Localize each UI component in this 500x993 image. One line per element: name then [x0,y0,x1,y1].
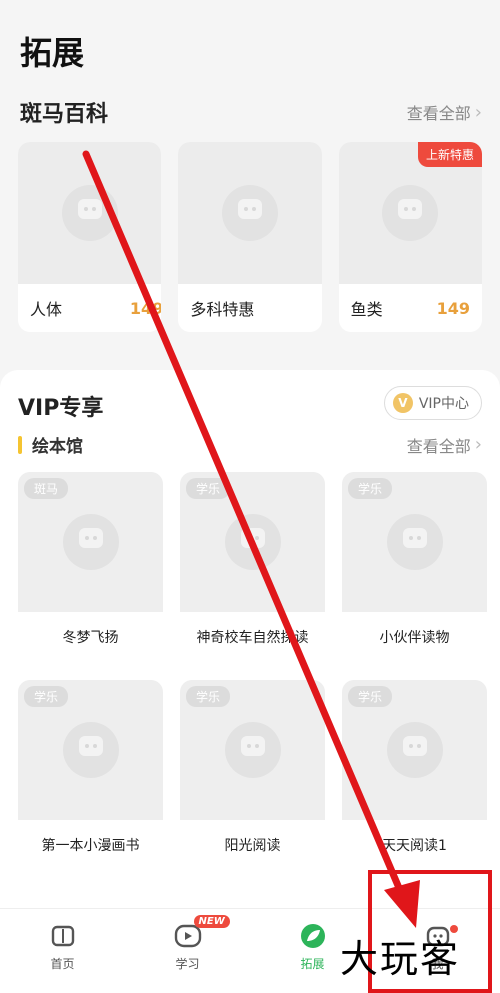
baike-title: 斑马百科 [20,102,109,127]
book-card[interactable]: 学乐 阳光阅读 [180,680,325,870]
picture-book-header: 绘本馆 查看全部 › [18,432,482,457]
expand-leaf-icon [298,921,328,951]
baike-list: 人体 149 多科特惠 上新特惠 鱼类 149 [18,142,482,332]
zebra-placeholder-icon [386,514,443,570]
book-name: 天天阅读1 [382,838,447,854]
source-tag: 学乐 [186,478,231,499]
new-deal-badge: 上新特惠 [417,142,482,167]
card-name: 多科特惠 [190,300,255,319]
book-cover: 学乐 [180,680,325,820]
book-name: 第一本小漫画书 [41,838,140,854]
tab-home[interactable]: 首页 [23,921,103,972]
zebra-placeholder-icon [386,722,443,778]
card-name: 鱼类 [350,300,383,319]
book-name: 阳光阅读 [224,838,281,854]
book-card[interactable]: 学乐 第一本小漫画书 [18,680,163,870]
zebra-placeholder-icon [62,722,119,778]
tab-label: 学习 [175,957,200,971]
tab-label: 拓展 [300,957,325,971]
vip-panel: VIP专享 V VIP中心 绘本馆 查看全部 › 斑马 冬梦飞扬 学乐 神奇校车… [0,370,500,910]
vip-badge-icon: V [392,393,413,413]
tab-study[interactable]: NEW 学习 [148,915,230,972]
baike-view-all-link[interactable]: 查看全部 › [407,100,482,124]
vip-center-label: VIP中心 [418,396,469,412]
zebra-placeholder-icon [382,185,439,241]
card-count: 149 [129,298,162,318]
view-all-label: 查看全部 [406,104,471,123]
tab-label: 首页 [50,957,75,971]
new-badge: NEW [193,915,230,928]
book-name: 神奇校车自然探读 [196,630,309,646]
book-name: 冬梦飞扬 [62,630,119,646]
vip-title: VIP专享 [18,396,104,421]
book-card[interactable]: 学乐 神奇校车自然探读 [180,472,325,662]
picture-book-view-all-link[interactable]: 查看全部 › [407,433,482,457]
picture-book-title: 绘本馆 [32,437,83,457]
picture-book-grid: 斑马 冬梦飞扬 学乐 神奇校车自然探读 学乐 小伙伴读物 学乐 第一本小漫画书 [18,472,487,870]
book-card[interactable]: 斑马 冬梦飞扬 [18,472,163,662]
source-tag: 学乐 [24,686,69,707]
card-image [18,142,162,284]
zebra-placeholder-icon [224,514,281,570]
source-tag: 学乐 [186,686,231,707]
source-tag: 学乐 [348,686,393,707]
baike-header: 斑马百科 查看全部 › [20,96,482,128]
zebra-placeholder-icon [62,514,119,570]
home-book-icon [48,921,78,951]
baike-card-body[interactable]: 人体 149 [18,142,162,332]
source-tag: 学乐 [348,478,393,499]
card-count: 149 [436,298,470,318]
page-title: 拓展 [20,34,85,72]
book-cover: 学乐 [180,472,325,612]
chevron-right-icon: › [474,101,482,123]
book-cover: 学乐 [18,680,163,820]
zebra-placeholder-icon [61,185,118,241]
baike-card-deals[interactable]: 多科特惠 [178,142,322,332]
baike-card-fish[interactable]: 上新特惠 鱼类 149 [338,142,482,332]
book-card[interactable]: 学乐 小伙伴读物 [342,472,487,662]
card-name: 人体 [30,300,63,319]
watermark: 大玩客 [340,937,461,981]
card-image [178,142,322,284]
book-cover: 斑马 [18,472,163,612]
zebra-placeholder-icon [224,722,281,778]
zebra-placeholder-icon [221,185,278,241]
book-card[interactable]: 学乐 天天阅读1 [342,680,487,870]
section-marker [18,435,22,454]
source-tag: 斑马 [24,478,69,499]
vip-center-button[interactable]: V VIP中心 [383,386,482,420]
book-name: 小伙伴读物 [379,630,450,646]
chevron-right-icon: › [474,434,482,455]
book-cover: 学乐 [342,472,487,612]
view-all-label: 查看全部 [406,436,471,456]
book-cover: 学乐 [342,680,487,820]
